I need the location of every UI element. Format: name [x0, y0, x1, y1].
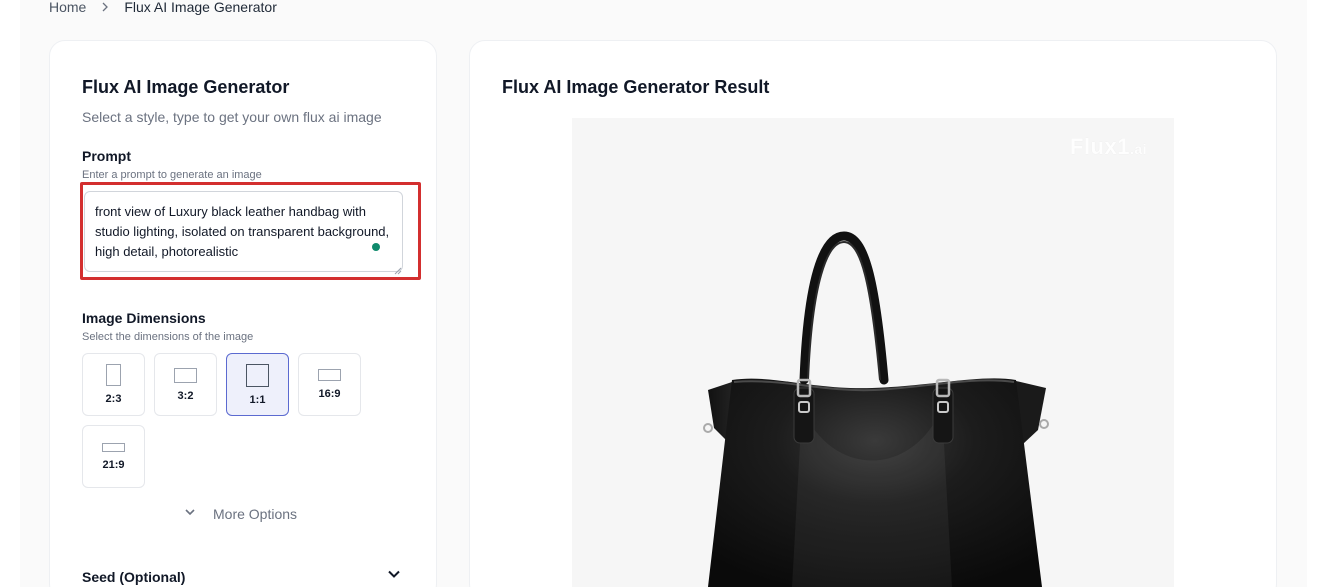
dimension-label: 21:9 — [102, 458, 125, 471]
portrait-ratio-icon — [106, 364, 121, 386]
dimension-label: 3:2 — [177, 389, 194, 402]
status-dot-icon — [372, 243, 380, 251]
breadcrumb: Home Flux AI Image Generator — [49, 0, 277, 16]
breadcrumb-current: Flux AI Image Generator — [124, 0, 277, 15]
landscape-ratio-icon — [174, 367, 197, 383]
more-options-label: More Options — [213, 505, 298, 522]
dimension-label: 2:3 — [105, 393, 122, 405]
chevron-down-icon — [183, 505, 197, 522]
seed-accordion[interactable]: Seed (Optional) — [82, 566, 402, 587]
dimension-label: 1:1 — [249, 393, 266, 406]
wide-ratio-icon — [318, 369, 341, 381]
prompt-hint: Enter a prompt to generate an image — [82, 169, 262, 181]
chevron-right-icon — [98, 0, 112, 14]
dimensions-label: Image Dimensions — [82, 310, 206, 326]
dimension-label: 16:9 — [318, 388, 341, 400]
handbag-image — [572, 118, 1174, 587]
resize-grip-icon[interactable] — [393, 262, 402, 275]
dimension-option-16-9[interactable]: 16:9 — [298, 353, 361, 416]
square-ratio-icon — [246, 363, 269, 387]
chevron-down-icon — [386, 566, 402, 587]
dimension-option-21-9[interactable]: 21:9 — [82, 425, 145, 488]
breadcrumb-home-link[interactable]: Home — [49, 0, 86, 15]
watermark-suffix: .ai — [1129, 141, 1148, 157]
dimension-option-1-1[interactable]: 1:1 — [226, 353, 289, 416]
watermark-logo: Flux1.ai — [1070, 134, 1147, 160]
watermark-text: Flux1 — [1070, 134, 1130, 159]
generator-title: Flux AI Image Generator — [82, 77, 290, 97]
seed-label: Seed (Optional) — [82, 568, 186, 585]
dimension-option-2-3[interactable]: 2:3 — [82, 353, 145, 416]
ultrawide-ratio-icon — [102, 442, 125, 452]
dimension-option-3-2[interactable]: 3:2 — [154, 353, 217, 416]
more-options-toggle[interactable]: More Options — [183, 505, 297, 522]
result-title: Flux AI Image Generator Result — [502, 77, 770, 97]
dimensions-hint: Select the dimensions of the image — [82, 331, 254, 343]
prompt-textarea[interactable]: front view of Luxury black leather handb… — [84, 191, 403, 272]
prompt-label: Prompt — [82, 148, 131, 164]
generator-subtitle: Select a style, type to get your own flu… — [82, 109, 382, 125]
